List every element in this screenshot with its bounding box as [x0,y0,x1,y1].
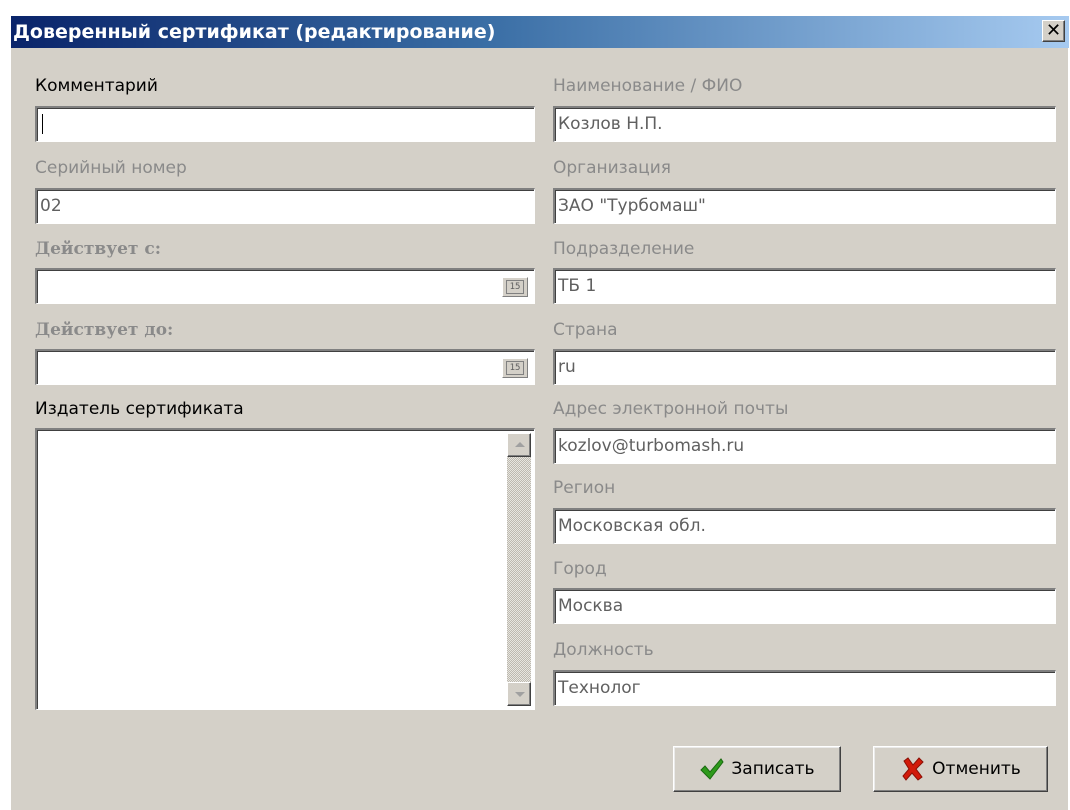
organization-value: ЗАО "Турбомаш" [558,196,706,216]
valid-from-date-field[interactable]: 15 [35,268,535,304]
organization-label: Организация [553,158,671,178]
department-label: Подразделение [553,239,695,259]
country-label: Страна [553,320,618,340]
certificate-dialog: Доверенный сертификат (редактирование) ✕… [10,15,1069,810]
country-field[interactable]: ru [553,349,1056,385]
arrow-down-icon [515,692,525,697]
name-label: Наименование / ФИО [553,76,743,96]
email-field[interactable]: kozlov@turbomash.ru [553,428,1056,464]
cancel-button-label: Отменить [932,759,1021,779]
close-button[interactable]: ✕ [1042,20,1065,42]
city-field[interactable]: Москва [553,588,1056,624]
arrow-up-icon [515,442,525,447]
cancel-button[interactable]: Отменить [873,746,1048,792]
name-value: Козлов Н.П. [558,114,663,134]
calendar-icon: 15 [506,361,524,375]
email-value: kozlov@turbomash.ru [558,436,745,456]
checkmark-icon [700,758,725,780]
serial-number-label: Серийный номер [35,158,187,178]
organization-field[interactable]: ЗАО "Турбомаш" [553,188,1056,224]
region-label: Регион [553,478,616,498]
issuer-label: Издатель сертификата [35,399,244,419]
valid-to-date-field[interactable]: 15 [35,349,535,385]
title-bar[interactable]: Доверенный сертификат (редактирование) ✕ [11,16,1069,48]
city-value: Москва [558,596,624,616]
position-label: Должность [553,640,654,660]
comment-label: Комментарий [35,76,158,96]
country-value: ru [558,357,576,377]
region-value: Московская обл. [558,516,706,536]
save-button[interactable]: Записать [673,746,841,792]
valid-from-calendar-button[interactable]: 15 [502,277,528,297]
comment-input[interactable] [35,106,535,142]
calendar-icon: 15 [506,280,524,294]
valid-from-label: Действует с: [35,239,162,259]
text-caret [42,114,43,134]
valid-to-label: Действует до: [35,320,174,340]
position-value: Технолог [558,678,641,698]
department-value: ТБ 1 [558,276,597,296]
city-label: Город [553,559,607,579]
scroll-down-button[interactable] [507,682,531,706]
scroll-up-button[interactable] [507,433,531,457]
window-title: Доверенный сертификат (редактирование) [13,21,496,43]
close-icon: ✕ [1045,20,1062,41]
region-field[interactable]: Московская обл. [553,508,1056,544]
valid-to-calendar-button[interactable]: 15 [502,358,528,378]
position-field[interactable]: Технолог [553,670,1056,706]
serial-number-field[interactable]: 02 [35,188,535,224]
issuer-scrollbar[interactable] [507,433,531,706]
x-cross-icon [902,757,924,781]
department-field[interactable]: ТБ 1 [553,268,1056,304]
name-field[interactable]: Козлов Н.П. [553,106,1056,142]
save-button-label: Записать [731,759,815,779]
issuer-memo-field[interactable] [35,428,535,710]
serial-number-value: 02 [40,196,62,216]
email-label: Адрес электронной почты [553,399,789,419]
